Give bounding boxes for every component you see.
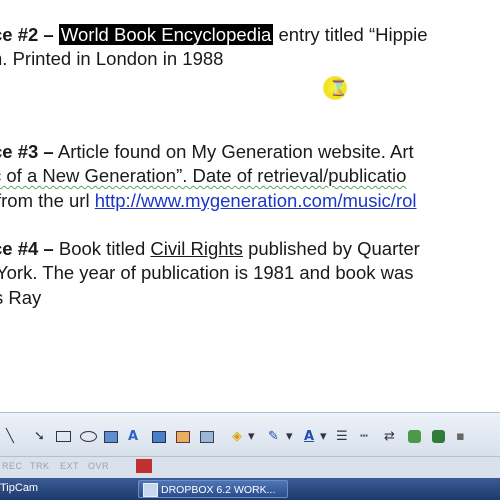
hourglass-icon: ⌛: [323, 76, 348, 100]
source3-url-prefix: from the url: [0, 190, 95, 211]
font-color-arrow[interactable]: ▾: [320, 429, 327, 445]
source2-title-highlight: World Book Encyclopedia: [58, 24, 274, 45]
source3-line2-text: c of a New Generation”. Date of retrieva…: [0, 165, 407, 186]
rectangle-tool-icon[interactable]: [56, 431, 71, 442]
toolbar-overflow-icon[interactable]: ▪: [456, 429, 465, 445]
source3-line1: ce #3 – Article found on My Generation w…: [0, 141, 414, 163]
line-tool-icon[interactable]: ╲: [6, 429, 14, 445]
extrusion-icon[interactable]: [432, 430, 445, 443]
status-rec: REC: [2, 461, 23, 471]
status-ovr: OVR: [88, 461, 110, 471]
arrow-style-icon[interactable]: ⇄: [384, 429, 395, 445]
document-icon: [143, 483, 158, 497]
fontwork-icon[interactable]: A: [128, 429, 138, 445]
taskbar: TipCam DROPBOX 6.2 WORK...: [0, 478, 500, 500]
line-color-icon[interactable]: ✎: [268, 429, 279, 445]
source3-line2: c of a New Generation”. Date of retrieva…: [0, 165, 406, 187]
line-style-icon[interactable]: ☰: [336, 429, 348, 445]
source4-label: ce #4 –: [0, 238, 54, 259]
status-trk: TRK: [30, 461, 50, 471]
font-color-icon[interactable]: A: [304, 429, 314, 445]
ellipse-tool-icon[interactable]: [80, 431, 97, 442]
dash-style-icon[interactable]: ┅: [360, 429, 368, 445]
fill-color-arrow[interactable]: ▾: [248, 429, 255, 445]
source3-label: ce #3 –: [0, 141, 54, 162]
gallery-icon[interactable]: [152, 431, 166, 443]
source4-line2: York. The year of publication is 1981 an…: [0, 262, 414, 283]
source2-rest: entry titled “Hippie: [273, 24, 428, 45]
document-page[interactable]: ce #2 – World Book Encyclopedia entry ti…: [0, 0, 500, 412]
3d-icon[interactable]: [200, 431, 214, 443]
fill-color-icon[interactable]: ◈: [232, 429, 242, 445]
status-bar: REC TRK EXT OVR: [0, 456, 500, 479]
line-color-arrow[interactable]: ▾: [286, 429, 293, 445]
drawing-toolbar: ╲ ➘ A ◈ ▾ ✎ ▾ A ▾ ☰ ┅ ⇄ ▪: [0, 412, 500, 457]
taskbar-window-button[interactable]: DROPBOX 6.2 WORK...: [138, 480, 288, 498]
source3-line3: from the url http://www.mygeneration.com…: [0, 190, 417, 212]
arrow-tool-icon[interactable]: ➘: [34, 429, 45, 445]
spellcheck-icon[interactable]: [136, 459, 152, 473]
source4-line3: s Ray: [0, 287, 42, 308]
image-tool-icon[interactable]: [104, 431, 118, 443]
source2-label: ce #2 –: [0, 24, 54, 45]
source4-book-title: Civil Rights: [150, 238, 243, 259]
source4-rest-before: Book titled: [53, 238, 151, 259]
source2-line1: ce #2 – World Book Encyclopedia entry ti…: [0, 24, 428, 46]
taskbar-tipcam[interactable]: TipCam: [0, 482, 38, 494]
shadow-icon[interactable]: [408, 430, 421, 443]
picture-icon[interactable]: [176, 431, 190, 443]
source4-line1: ce #4 – Book titled Civil Rights publish…: [0, 238, 420, 260]
source3-rest: Article found on My Generation website. …: [53, 141, 414, 162]
source3-url-link[interactable]: http://www.mygeneration.com/music/rol: [95, 190, 417, 211]
status-ext: EXT: [60, 461, 80, 471]
taskbar-window-label: DROPBOX 6.2 WORK...: [161, 484, 276, 496]
source4-rest-after: published by Quarter: [242, 238, 420, 259]
source2-line2: n. Printed in London in 1988: [0, 48, 224, 69]
